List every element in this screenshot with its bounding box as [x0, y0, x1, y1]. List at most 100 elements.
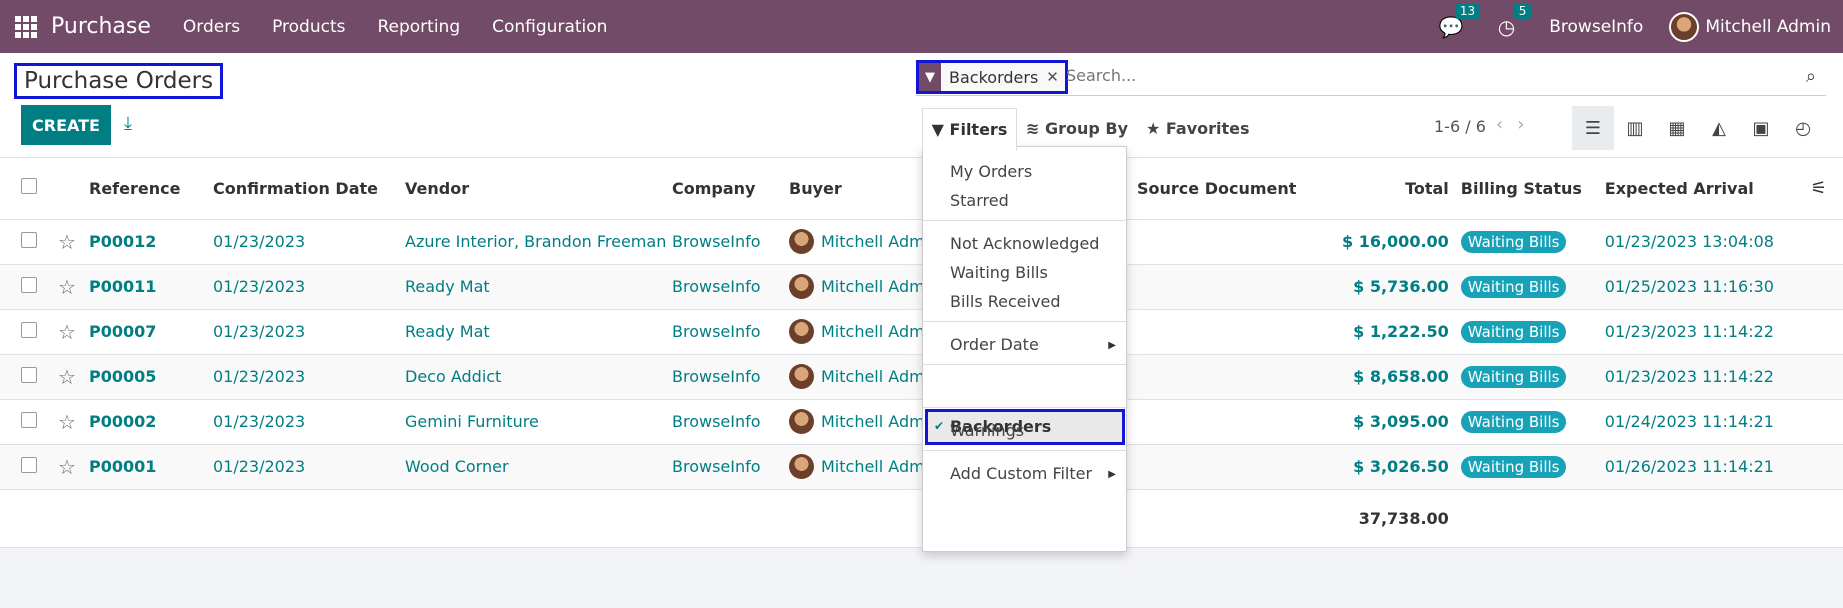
cell-confirmation-date[interactable]: 01/23/2023 [213, 264, 405, 310]
row-checkbox[interactable] [0, 444, 58, 490]
cell-company[interactable]: BrowseInfo [672, 354, 789, 400]
cell-source-document[interactable] [1137, 354, 1342, 400]
cell-billing-status[interactable]: Waiting Bills [1456, 264, 1605, 310]
cell-vendor[interactable]: Wood Corner [405, 444, 672, 490]
user-avatar[interactable] [1669, 11, 1700, 42]
company-switcher[interactable]: BrowseInfo [1549, 17, 1643, 37]
select-all-checkbox[interactable] [0, 158, 58, 220]
cell-source-document[interactable] [1137, 309, 1342, 355]
favorite-star-icon[interactable]: ☆ [58, 219, 89, 265]
filter-order-date[interactable]: Order Date [950, 335, 1039, 354]
cell-billing-status[interactable]: Waiting Bills [1456, 399, 1605, 445]
cell-reference[interactable]: P00001 [89, 444, 213, 490]
cell-billing-status[interactable]: Waiting Bills [1456, 309, 1605, 355]
cell-company[interactable]: BrowseInfo [672, 264, 789, 310]
filters-button[interactable]: ▼ Filters [922, 108, 1017, 151]
cell-vendor[interactable]: Ready Mat [405, 309, 672, 355]
cell-reference[interactable]: P00012 [89, 219, 213, 265]
cell-confirmation-date[interactable]: 01/23/2023 [213, 309, 405, 355]
cell-vendor[interactable]: Gemini Furniture [405, 399, 672, 445]
row-checkbox[interactable] [0, 399, 58, 445]
cell-total[interactable]: $ 3,026.50 [1342, 444, 1457, 490]
cell-reference[interactable]: P00002 [89, 399, 213, 445]
col-total[interactable]: Total [1342, 158, 1457, 220]
messages-icon[interactable]: 💬 13 [1439, 2, 1481, 39]
favorite-star-icon[interactable]: ☆ [58, 399, 89, 445]
cell-total[interactable]: $ 3,095.00 [1342, 399, 1457, 445]
cell-vendor[interactable]: Azure Interior, Brandon Freeman [405, 219, 672, 265]
favorite-star-icon[interactable]: ☆ [58, 264, 89, 310]
app-name[interactable]: Purchase [51, 14, 151, 39]
cell-source-document[interactable] [1137, 219, 1342, 265]
group-by-button[interactable]: ≋ Group By [1026, 119, 1128, 138]
cell-source-document[interactable] [1137, 399, 1342, 445]
filter-starred[interactable]: Starred [950, 191, 1009, 210]
row-checkbox[interactable] [0, 309, 58, 355]
cell-vendor[interactable]: Deco Addict [405, 354, 672, 400]
filter-bills-received[interactable]: Bills Received [950, 292, 1061, 311]
cell-billing-status[interactable]: Waiting Bills [1456, 219, 1605, 265]
list-view-icon[interactable]: ☰ [1572, 106, 1614, 150]
filter-waiting-bills[interactable]: Waiting Bills [950, 263, 1048, 282]
menu-products[interactable]: Products [272, 17, 345, 37]
optional-columns-icon[interactable]: ⚟ [1810, 158, 1843, 220]
favorite-star-icon[interactable]: ☆ [58, 354, 89, 400]
graph-view-icon[interactable]: ◭ [1698, 106, 1740, 150]
cell-confirmation-date[interactable]: 01/23/2023 [213, 399, 405, 445]
col-reference[interactable]: Reference [89, 158, 213, 220]
pager-value[interactable]: 1-6 / 6 [1434, 117, 1486, 136]
user-menu[interactable]: Mitchell Admin [1705, 17, 1831, 37]
menu-reporting[interactable]: Reporting [377, 17, 460, 37]
col-confirmation-date[interactable]: Confirmation Date [213, 158, 405, 220]
cell-confirmation-date[interactable]: 01/23/2023 [213, 354, 405, 400]
download-icon[interactable]: ⤓ [124, 113, 132, 134]
col-expected-arrival[interactable]: Expected Arrival [1604, 158, 1811, 220]
cell-expected-arrival[interactable]: 01/24/2023 11:14:21 [1604, 399, 1811, 445]
cell-company[interactable]: BrowseInfo [672, 219, 789, 265]
cell-reference[interactable]: P00005 [89, 354, 213, 400]
pivot-view-icon[interactable]: ▦ [1656, 106, 1698, 150]
cell-total[interactable]: $ 16,000.00 [1342, 219, 1457, 265]
cell-source-document[interactable] [1137, 444, 1342, 490]
cell-reference[interactable]: P00011 [89, 264, 213, 310]
cell-expected-arrival[interactable]: 01/23/2023 13:04:08 [1604, 219, 1811, 265]
cell-vendor[interactable]: Ready Mat [405, 264, 672, 310]
menu-orders[interactable]: Orders [183, 17, 240, 37]
cell-expected-arrival[interactable]: 01/25/2023 11:16:30 [1604, 264, 1811, 310]
row-checkbox[interactable] [0, 264, 58, 310]
cell-total[interactable]: $ 1,222.50 [1342, 309, 1457, 355]
cell-billing-status[interactable]: Waiting Bills [1456, 444, 1605, 490]
search-icon[interactable]: ⌕ [1806, 66, 1816, 87]
filter-not-acknowledged[interactable]: Not Acknowledged [950, 234, 1099, 253]
pager-previous-icon[interactable]: ‹ [1496, 114, 1517, 135]
activity-view-icon[interactable]: ◴ [1782, 106, 1824, 150]
favorite-star-icon[interactable]: ☆ [58, 444, 89, 490]
cell-expected-arrival[interactable]: 01/26/2023 11:14:21 [1604, 444, 1811, 490]
menu-configuration[interactable]: Configuration [492, 17, 607, 37]
row-checkbox[interactable] [0, 219, 58, 265]
cell-billing-status[interactable]: Waiting Bills [1456, 354, 1605, 400]
cell-reference[interactable]: P00007 [89, 309, 213, 355]
cell-total[interactable]: $ 5,736.00 [1342, 264, 1457, 310]
cell-confirmation-date[interactable]: 01/23/2023 [213, 219, 405, 265]
favorites-button[interactable]: ★ Favorites [1146, 119, 1250, 138]
cell-expected-arrival[interactable]: 01/23/2023 11:14:22 [1604, 309, 1811, 355]
calendar-view-icon[interactable]: ▣ [1740, 106, 1782, 150]
col-vendor[interactable]: Vendor [405, 158, 672, 220]
facet-remove-icon[interactable]: ✕ [1046, 68, 1059, 86]
apps-menu-icon[interactable] [15, 15, 37, 38]
filter-warnings[interactable]: Warnings [950, 421, 1024, 440]
cell-company[interactable]: BrowseInfo [672, 309, 789, 355]
cell-source-document[interactable] [1137, 264, 1342, 310]
create-button[interactable]: CREATE [21, 105, 111, 145]
filter-my-orders[interactable]: My Orders [950, 162, 1032, 181]
kanban-view-icon[interactable]: ▥ [1614, 106, 1656, 150]
col-billing-status[interactable]: Billing Status [1456, 158, 1605, 220]
pager-next-icon[interactable]: › [1517, 114, 1538, 135]
add-custom-filter[interactable]: Add Custom Filter [950, 464, 1092, 483]
row-checkbox[interactable] [0, 354, 58, 400]
col-source-document[interactable]: Source Document [1137, 158, 1342, 220]
col-company[interactable]: Company [672, 158, 789, 220]
search-input[interactable] [1066, 66, 1686, 85]
cell-total[interactable]: $ 8,658.00 [1342, 354, 1457, 400]
